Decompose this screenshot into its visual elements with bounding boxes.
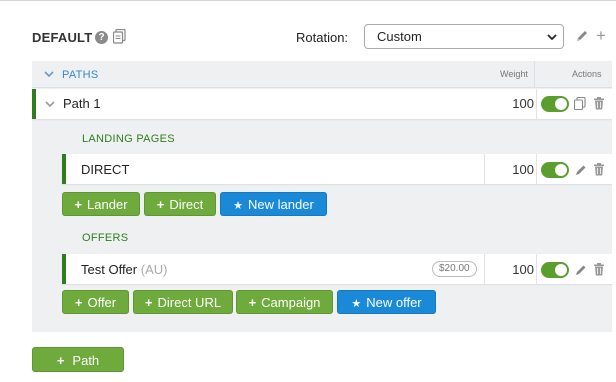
page-title: DEFAULT	[32, 30, 93, 45]
path-weight[interactable]: 100	[498, 96, 534, 111]
offer-name: Test Offer (AU)	[81, 262, 167, 277]
rotation-select-value: Custom	[377, 29, 422, 44]
plus-icon: +	[156, 197, 165, 212]
column-divider	[536, 254, 537, 284]
copy-icon[interactable]	[113, 29, 126, 44]
new-lander-button[interactable]: ★ New lander	[220, 192, 327, 216]
path-name: Path 1	[63, 96, 101, 111]
lander-weight[interactable]: 100	[498, 162, 534, 177]
plus-icon: +	[74, 197, 83, 212]
plus-icon: +	[248, 295, 257, 310]
add-direct-url-button[interactable]: + Direct URL	[133, 290, 233, 314]
chevron-down-icon	[547, 34, 557, 41]
column-divider	[534, 61, 535, 88]
add-offer-button[interactable]: + Offer	[62, 290, 129, 314]
star-icon: ★	[233, 200, 244, 212]
lander-toggle[interactable]	[541, 162, 569, 178]
chevron-down-icon[interactable]	[45, 99, 55, 109]
offer-toggle[interactable]	[541, 262, 569, 278]
lander-name: DIRECT	[81, 162, 130, 177]
pencil-icon[interactable]	[575, 163, 587, 176]
add-direct-url-label: Direct URL	[157, 295, 222, 310]
offer-name-text: Test Offer	[81, 262, 138, 277]
pencil-icon[interactable]	[575, 263, 587, 276]
trash-icon[interactable]	[593, 97, 605, 110]
new-offer-label: New offer	[366, 295, 422, 310]
new-lander-label: New lander	[248, 197, 314, 212]
path-toggle[interactable]	[541, 96, 569, 112]
help-icon[interactable]: ?	[95, 31, 108, 44]
offers-label: OFFERS	[82, 232, 129, 244]
chevron-down-icon[interactable]	[44, 69, 54, 79]
add-path-button[interactable]: + Path	[32, 347, 124, 372]
column-divider	[484, 254, 485, 284]
landing-pages-label: LANDING PAGES	[82, 133, 175, 145]
actions-column-header: Actions	[572, 69, 602, 79]
rotation-select[interactable]: Custom	[364, 24, 564, 49]
plus-icon: +	[144, 295, 153, 310]
rotation-header: DEFAULT ? Rotation: Custom +	[32, 24, 616, 52]
plus-icon: +	[74, 295, 83, 310]
add-lander-label: Lander	[87, 197, 128, 212]
column-divider	[536, 89, 537, 119]
column-divider	[484, 154, 485, 184]
add-direct-label: Direct	[169, 197, 204, 212]
star-icon: ★	[351, 298, 362, 310]
trash-icon[interactable]	[593, 163, 605, 176]
plus-icon: +	[56, 353, 65, 368]
path-row[interactable]: Path 1 100	[32, 89, 612, 119]
add-campaign-label: Campaign	[261, 295, 321, 310]
pencil-icon[interactable]	[575, 29, 589, 43]
offer-weight[interactable]: 100	[498, 262, 534, 277]
paths-panel: PATHS Weight Actions Path 1 100 LANDING …	[32, 61, 612, 332]
offer-payout-badge: $20.00	[432, 261, 477, 277]
lander-row[interactable]: DIRECT 100	[62, 154, 612, 184]
offer-suffix: (AU)	[140, 262, 168, 277]
weight-column-header: Weight	[500, 69, 528, 79]
paths-table-header: PATHS Weight Actions	[32, 61, 612, 88]
offer-row[interactable]: Test Offer (AU) $20.00 100	[62, 254, 612, 284]
frame-border	[0, 0, 616, 4]
column-divider	[536, 154, 537, 184]
trash-icon[interactable]	[593, 263, 605, 276]
add-path-label: Path	[72, 353, 100, 368]
new-offer-button[interactable]: ★ New offer	[337, 290, 436, 314]
rotation-label: Rotation:	[296, 30, 349, 45]
paths-header-label: PATHS	[62, 69, 99, 81]
add-lander-button[interactable]: + Lander	[62, 192, 140, 216]
add-offer-label: Offer	[87, 295, 117, 310]
plus-icon[interactable]: +	[596, 27, 606, 44]
add-campaign-button[interactable]: + Campaign	[236, 290, 333, 314]
copy-icon[interactable]	[574, 97, 586, 110]
add-direct-button[interactable]: + Direct	[144, 192, 216, 216]
